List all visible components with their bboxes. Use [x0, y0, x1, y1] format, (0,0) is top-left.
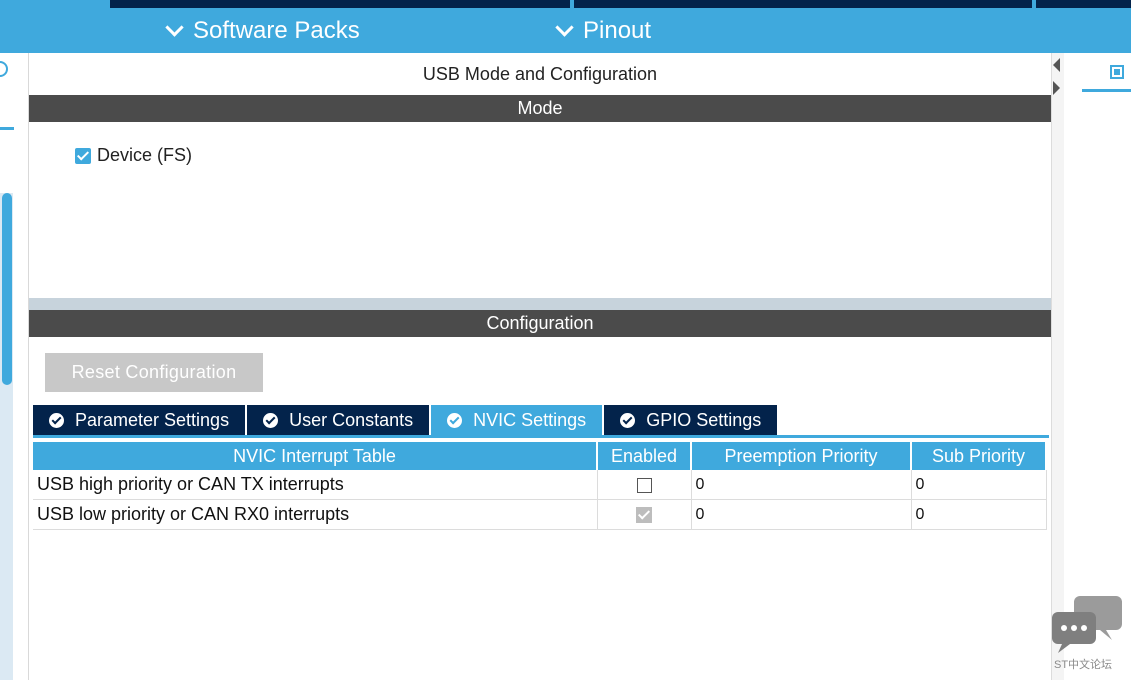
interrupt-name: USB high priority or CAN TX interrupts: [33, 470, 598, 500]
tab-gpio-settings[interactable]: GPIO Settings: [604, 405, 778, 435]
preemption-priority-cell[interactable]: 0: [691, 499, 912, 530]
top-strip: [0, 0, 1131, 8]
column-header-interrupt[interactable]: NVIC Interrupt Table: [33, 442, 598, 470]
top-menu-bar: Software Packs Pinout: [0, 8, 1131, 53]
collapse-right-icon[interactable]: [1053, 81, 1060, 95]
column-header-sub-priority[interactable]: Sub Priority: [911, 442, 1047, 470]
tab-label: GPIO Settings: [646, 409, 762, 430]
tab-underline: [1082, 89, 1131, 92]
table-row[interactable]: USB high priority or CAN TX interrupts 0…: [33, 470, 1047, 500]
tab-underline: [33, 435, 1049, 438]
panel-divider[interactable]: [1051, 53, 1064, 680]
column-header-enabled[interactable]: Enabled: [597, 442, 692, 470]
mode-section-bar: Mode: [29, 95, 1051, 122]
tab-label: NVIC Settings: [473, 409, 587, 430]
panel-title: USB Mode and Configuration: [422, 64, 658, 84]
software-packs-menu[interactable]: Software Packs: [165, 17, 360, 45]
nvic-interrupt-table: NVIC Interrupt Table Enabled Preemption …: [33, 442, 1047, 530]
top-strip-segment: [110, 0, 570, 8]
interrupt-name: USB low priority or CAN RX0 interrupts: [33, 499, 598, 530]
collapse-left-icon[interactable]: [1053, 58, 1060, 72]
pinout-menu[interactable]: Pinout: [555, 17, 652, 45]
scrollbar-thumb[interactable]: [2, 193, 12, 385]
chevron-down-icon: [165, 17, 184, 37]
check-circle-icon: [49, 412, 64, 428]
software-packs-label: Software Packs: [193, 17, 360, 44]
left-category-panel: [0, 53, 29, 680]
table-row[interactable]: USB low priority or CAN RX0 interrupts 0…: [33, 499, 1047, 530]
mode-section: Device (FS): [29, 123, 1051, 298]
column-header-preemption[interactable]: Preemption Priority: [691, 442, 912, 470]
pinout-label: Pinout: [583, 17, 652, 44]
top-strip-segment: [1036, 0, 1131, 8]
check-circle-icon: [620, 412, 636, 428]
tab-label: Parameter Settings: [75, 409, 230, 430]
reset-configuration-button[interactable]: Reset Configuration: [45, 353, 263, 392]
configuration-panel: USB Mode and Configuration Mode Device (…: [29, 53, 1051, 680]
preemption-priority-cell[interactable]: 0: [691, 470, 912, 500]
tab-parameter-settings[interactable]: Parameter Settings: [33, 405, 246, 435]
check-circle-icon: [263, 412, 279, 428]
checkbox-checked-disabled-icon: [636, 507, 652, 524]
enabled-cell[interactable]: [597, 499, 692, 530]
sub-priority-cell[interactable]: 0: [911, 470, 1047, 500]
config-tabs: Parameter Settings User Constants NVIC S…: [33, 405, 779, 435]
section-splitter[interactable]: [29, 298, 1051, 310]
right-chip-panel: [1064, 53, 1131, 680]
checkbox-unchecked-icon[interactable]: [636, 477, 652, 493]
chat-bubble-icon: [1052, 596, 1122, 653]
tab-underline: [0, 127, 14, 130]
tab-user-constants[interactable]: User Constants: [247, 405, 430, 435]
enabled-cell[interactable]: [597, 470, 692, 500]
configuration-section-bar: Configuration: [29, 310, 1051, 337]
device-fs-label: Device (FS): [97, 145, 193, 165]
device-fs-checkbox[interactable]: Device (FS): [75, 145, 192, 166]
top-strip-segment: [574, 0, 1032, 8]
checkbox-checked-icon[interactable]: [75, 147, 91, 164]
chip-icon[interactable]: [1110, 65, 1124, 79]
watermark-text: ST中文论坛: [1054, 659, 1113, 671]
check-circle-icon: [447, 412, 463, 428]
gear-icon[interactable]: [0, 61, 8, 77]
tab-label: User Constants: [289, 409, 414, 430]
chevron-down-icon: [555, 17, 574, 37]
tab-nvic-settings[interactable]: NVIC Settings: [431, 405, 603, 435]
sub-priority-cell[interactable]: 0: [911, 499, 1047, 530]
